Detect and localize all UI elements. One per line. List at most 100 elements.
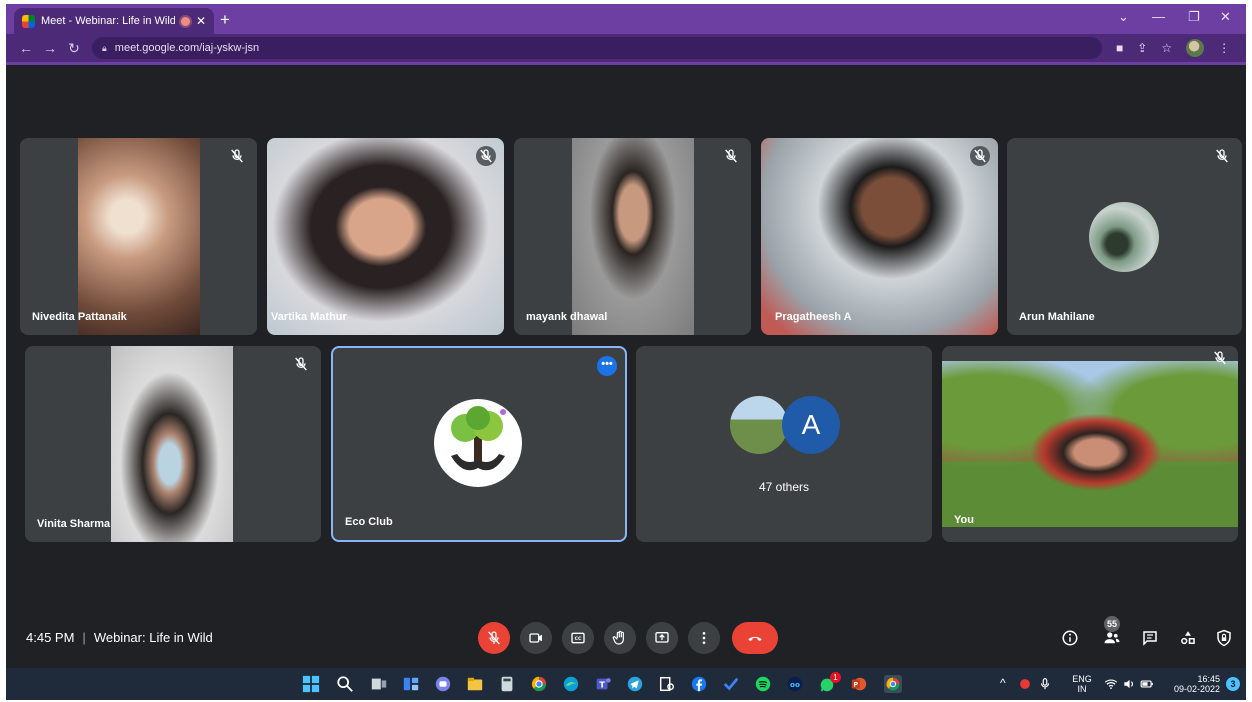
tab-meet[interactable]: Meet - Webinar: Life in Wild ✕ [14,8,214,34]
windows-taskbar: T oo 1 P ^ ENG IN 16:45 09-02-2022 3 [6,668,1246,700]
back-arrow-icon[interactable]: ← [14,40,38,56]
self-tile[interactable]: You [942,346,1238,542]
browser-menu-icon[interactable]: ⋮ [1218,41,1230,55]
recording-indicator-icon [180,16,190,26]
tab-title: Meet - Webinar: Life in Wild [41,15,175,27]
telegram-icon[interactable] [626,675,644,693]
battery-icon[interactable] [1140,677,1154,691]
chat-icon [1143,631,1157,646]
participant-tile[interactable]: Vartika Mathur [267,138,504,335]
webex-icon[interactable]: oo [786,675,804,693]
language-code: ENG [1072,674,1092,684]
other-participant-avatar [730,396,788,454]
facebook-icon[interactable] [690,675,708,693]
present-screen-button[interactable] [646,622,678,654]
participant-tile[interactable]: Vinita Sharma [25,346,321,542]
participant-tile[interactable]: mayank dhawal [514,138,751,335]
teams-icon[interactable]: T [594,675,612,693]
tray-app-icon[interactable] [1018,677,1032,691]
lock-icon: 🔒︎ [102,42,107,53]
chrome-profile-icon[interactable] [884,675,902,693]
self-video [942,361,1238,527]
meeting-separator: | [82,630,86,645]
calculator-icon[interactable] [498,675,516,693]
present-screen-icon [655,632,669,643]
profile-avatar[interactable] [1186,39,1205,57]
others-count-label: 47 others [758,480,810,494]
file-explorer-icon[interactable] [466,675,484,693]
bookmark-star-icon[interactable]: ☆ [1161,41,1172,55]
host-controls-button[interactable] [1210,624,1238,652]
activities-button[interactable] [1174,624,1202,652]
tray-overflow-icon[interactable]: ^ [1000,677,1006,689]
participant-video [267,138,504,335]
notification-count-badge[interactable]: 3 [1226,677,1240,691]
end-call-icon [748,636,762,641]
chrome-icon[interactable] [530,675,548,693]
captions-button[interactable]: CC [562,622,594,654]
window-close-button[interactable]: ✕ [1220,9,1231,25]
mic-off-icon [295,357,307,371]
search-icon[interactable] [336,675,354,693]
camera-toggle-button[interactable] [520,622,552,654]
mic-off-icon [725,149,737,163]
participant-name: Nivedita Pattanaik [32,311,127,323]
whatsapp-unread-badge: 1 [830,672,841,683]
raise-hand-button[interactable] [604,622,636,654]
input-language-indicator[interactable]: ENG IN [1068,674,1096,694]
participant-name: Eco Club [345,516,393,528]
mic-toggle-button[interactable] [478,622,510,654]
mic-off-icon [970,146,990,166]
new-tab-button[interactable]: + [220,10,230,30]
system-clock[interactable]: 16:45 09-02-2022 [1164,674,1220,694]
teams-chat-icon[interactable] [434,675,452,693]
windows-start-icon[interactable] [302,675,320,693]
volume-icon[interactable] [1122,677,1136,691]
forward-arrow-icon[interactable]: → [38,40,62,56]
meeting-details[interactable]: 4:45 PM | Webinar: Life in Wild [26,630,213,645]
participant-video [761,138,998,335]
participant-name: mayank dhawal [526,311,608,323]
chat-button[interactable] [1136,624,1164,652]
tab-search-icon[interactable]: ⌄ [1118,9,1129,25]
minimize-button[interactable]: — [1152,9,1165,24]
people-button[interactable] [1098,624,1126,652]
raise-hand-icon [612,630,624,645]
participant-tile[interactable]: Pragatheesh A [761,138,998,335]
eco-club-logo [434,399,522,487]
powerpoint-icon[interactable]: P [850,675,868,693]
meet-favicon-icon [22,14,35,28]
url-field[interactable]: 🔒︎ meet.google.com/iaj-yskw-jsn [92,37,1102,59]
tab-close-icon[interactable]: ✕ [196,14,206,28]
reload-icon[interactable]: ↻ [62,40,86,57]
meeting-info-button[interactable] [1056,624,1084,652]
participant-tile-pinned[interactable]: ••• Eco Club [331,346,627,542]
wifi-icon[interactable] [1104,677,1118,691]
mic-off-icon [231,149,243,163]
participant-name: Vartika Mathur [271,311,347,323]
tray-mic-icon[interactable] [1038,677,1052,691]
participant-name: Arun Mahilane [1019,311,1095,323]
participant-name: Pragatheesh A [775,311,852,323]
edge-icon[interactable] [562,675,580,693]
meeting-title: Webinar: Life in Wild [93,630,213,645]
camera-in-use-icon[interactable]: ■ [1116,41,1123,55]
participant-tile[interactable]: Arun Mahilane [1007,138,1242,335]
more-options-button[interactable]: ••• [597,356,617,376]
info-icon [1062,630,1078,646]
more-options-button[interactable] [688,622,720,654]
reader-app-icon[interactable] [658,675,676,693]
participant-tile[interactable]: Nivedita Pattanaik [20,138,257,335]
meeting-control-bar: 4:45 PM | Webinar: Life in Wild CC 55 [6,616,1246,662]
widgets-icon[interactable] [402,675,420,693]
others-tile[interactable]: A 47 others [636,346,932,542]
todo-check-icon[interactable] [722,675,740,693]
spotify-icon[interactable] [754,675,772,693]
participant-avatar [1089,202,1159,272]
camera-icon [529,633,542,643]
clock-date: 09-02-2022 [1173,684,1220,694]
share-icon[interactable]: ⇪ [1137,41,1147,55]
task-view-icon[interactable] [370,675,388,693]
restore-button[interactable]: ❐ [1188,9,1200,25]
leave-call-button[interactable] [732,622,778,654]
